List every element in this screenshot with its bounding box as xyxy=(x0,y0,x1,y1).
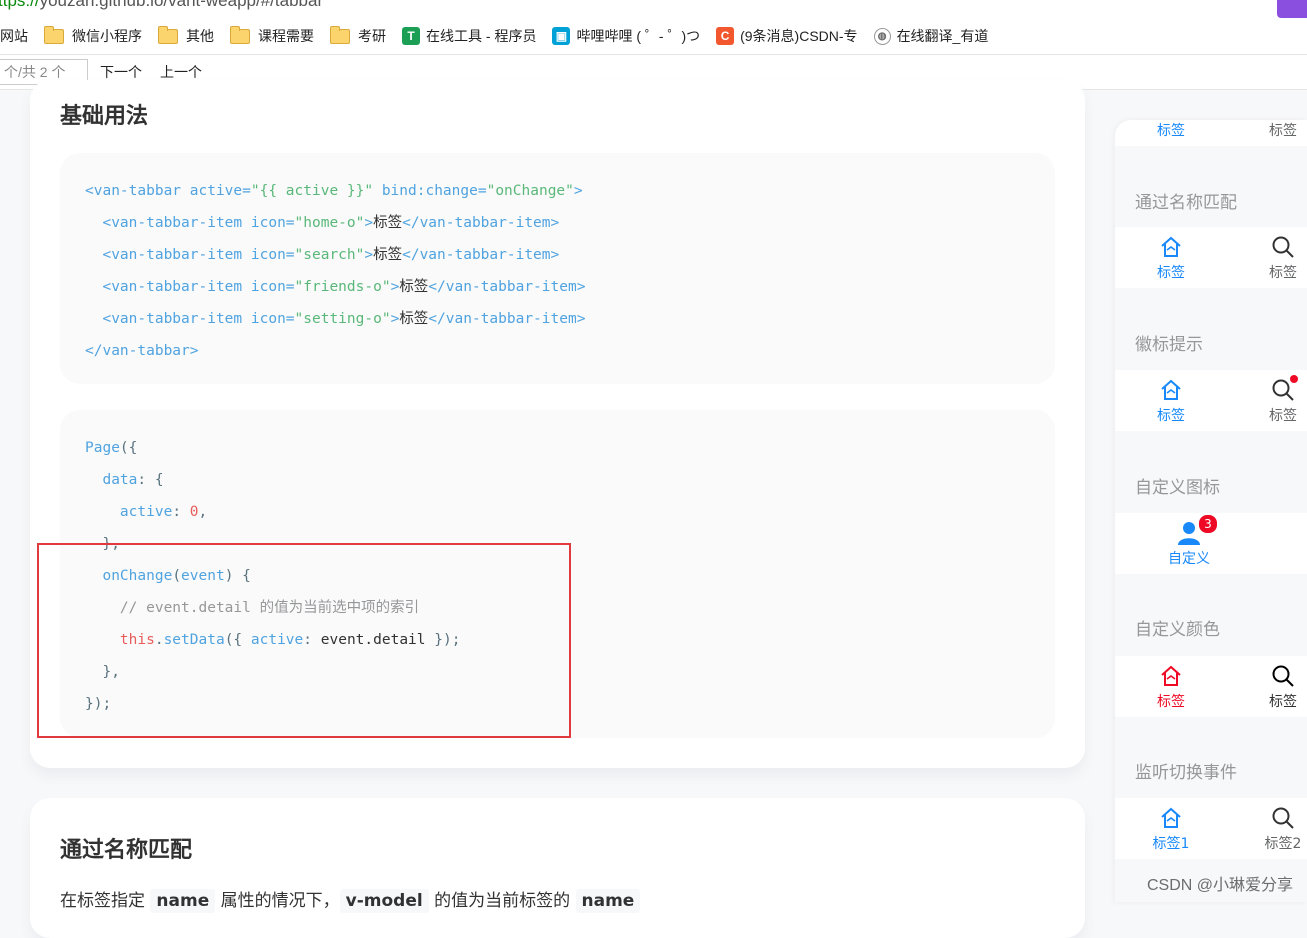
highlight-annotation-box xyxy=(37,543,571,738)
code-line: data: { xyxy=(102,472,164,488)
folder-icon xyxy=(44,25,64,44)
find-prev-button[interactable]: 上一个 xyxy=(160,62,202,82)
bookmark-wechat-miniprogram[interactable]: 微信小程序 xyxy=(44,25,142,46)
code-line: <van-tabbar-item icon="setting-o">标签</va… xyxy=(102,311,586,327)
badge-count: 3 xyxy=(1198,514,1218,534)
preview-title-change-event: 监听切换事件 xyxy=(1135,763,1237,783)
tab-item-home[interactable]: 标签 xyxy=(1123,370,1219,431)
bookmark-bilibili[interactable]: ▣ 哔哩哔哩 ( ゜- ゜)つ xyxy=(552,26,700,46)
code-line: <van-tabbar-item icon="home-o">标签</van-t… xyxy=(102,215,560,231)
section-title-name-match: 通过名称匹配 xyxy=(60,838,193,863)
bookmark-youdao[interactable]: ◍ 在线翻译_有道 xyxy=(873,26,988,46)
tab-item-custom[interactable]: 3 自定义 xyxy=(1141,513,1237,574)
tab-item[interactable]: 标签 xyxy=(1235,120,1307,146)
tabbar-name-match: 标签 标签 xyxy=(1115,227,1307,288)
preview-title-custom-color: 自定义颜色 xyxy=(1135,620,1220,640)
url-scheme: ttps:// xyxy=(0,0,40,10)
find-next-button[interactable]: 下一个 xyxy=(100,62,142,82)
doc-card-name-match: 通过名称匹配 在标签指定 name 属性的情况下， v-model 的值为当前标签… xyxy=(30,798,1085,938)
tab-item-search[interactable]: 标签 xyxy=(1235,370,1307,431)
bookmark-csdn[interactable]: C (9条消息)CSDN-专 xyxy=(716,26,858,46)
tabbar-custom-icon: 3 自定义 xyxy=(1115,513,1307,574)
address-bar[interactable]: ttps://youzan.github.io/vant-weapp/#/tab… xyxy=(0,0,1307,18)
bookmark-online-tools[interactable]: T 在线工具 - 程序员 xyxy=(402,26,536,46)
url-path: youzan.github.io/vant-weapp/#/tabbar xyxy=(39,0,324,10)
watermark: CSDN @小琳爱分享 xyxy=(1146,877,1293,894)
tabbar-basic: 标签 标签 xyxy=(1115,120,1307,146)
tabbar-custom-color: 标签 标签 xyxy=(1115,656,1307,717)
csdn-icon: C xyxy=(716,27,735,45)
code-line: </van-tabbar> xyxy=(85,343,199,359)
globe-icon: ◍ xyxy=(873,27,891,45)
bookmark-course[interactable]: 课程需要 xyxy=(230,25,314,46)
badge-dot xyxy=(1290,375,1298,383)
phone-preview: 标签 标签 通过名称匹配 标签 标签 徽标提示 标签 标签 自定义图标 3 自定… xyxy=(1115,120,1307,902)
folder-icon xyxy=(158,25,178,44)
search-icon xyxy=(1272,807,1294,829)
tool-icon: T xyxy=(402,27,420,45)
code-line: <van-tabbar-item icon="friends-o">标签</va… xyxy=(102,279,586,295)
code-line: Page({ xyxy=(85,440,138,456)
tabbar-badge: 标签 标签 xyxy=(1115,370,1307,431)
extension-icon[interactable] xyxy=(1277,0,1307,18)
home-icon xyxy=(1161,236,1181,257)
bilibili-icon: ▣ xyxy=(552,27,571,45)
code-line: <van-tabbar active="{{ active }}" bind:c… xyxy=(85,183,583,199)
tabbar-change-event: 标签1 标签2 xyxy=(1115,798,1307,859)
tab-item-home[interactable]: 标签 xyxy=(1123,656,1219,717)
section-title-basic-usage: 基础用法 xyxy=(60,104,149,129)
bookmarks-bar: 网站 微信小程序 其他 课程需要 考研 T 在线工具 - 程序员 ▣ 哔哩哔哩 ( … xyxy=(0,18,1307,55)
preview-title-name-match: 通过名称匹配 xyxy=(1135,193,1237,213)
tab-item[interactable]: 标签 xyxy=(1123,120,1219,146)
tab-item-search[interactable]: 标签 xyxy=(1235,227,1307,288)
section-description: 在标签指定 name 属性的情况下， v-model 的值为当前标签的 name xyxy=(60,886,641,913)
home-icon xyxy=(1161,379,1181,400)
tab-item-label1[interactable]: 标签1 xyxy=(1123,798,1219,859)
code-line: active: 0, xyxy=(119,504,208,520)
bookmark-kaoyan[interactable]: 考研 xyxy=(330,25,386,46)
code-line: <van-tabbar-item icon="search">标签</van-t… xyxy=(102,247,560,263)
code-block-wxml: <van-tabbar active="{{ active }}" bind:c… xyxy=(60,153,1055,384)
bookmark-0[interactable]: 网站 xyxy=(0,26,28,46)
search-icon xyxy=(1272,236,1294,258)
folder-icon xyxy=(230,25,250,44)
folder-icon xyxy=(330,25,350,44)
preview-title-custom-icon: 自定义图标 xyxy=(1135,478,1220,498)
tab-item-label2[interactable]: 标签2 xyxy=(1235,798,1307,859)
tab-item-search[interactable]: 标签 xyxy=(1235,656,1307,717)
home-icon xyxy=(1161,807,1181,828)
bookmark-other[interactable]: 其他 xyxy=(158,25,214,46)
preview-title-badge: 徽标提示 xyxy=(1135,335,1203,355)
tab-item-home[interactable]: 标签 xyxy=(1123,227,1219,288)
search-icon xyxy=(1272,665,1294,687)
home-icon xyxy=(1161,665,1181,686)
